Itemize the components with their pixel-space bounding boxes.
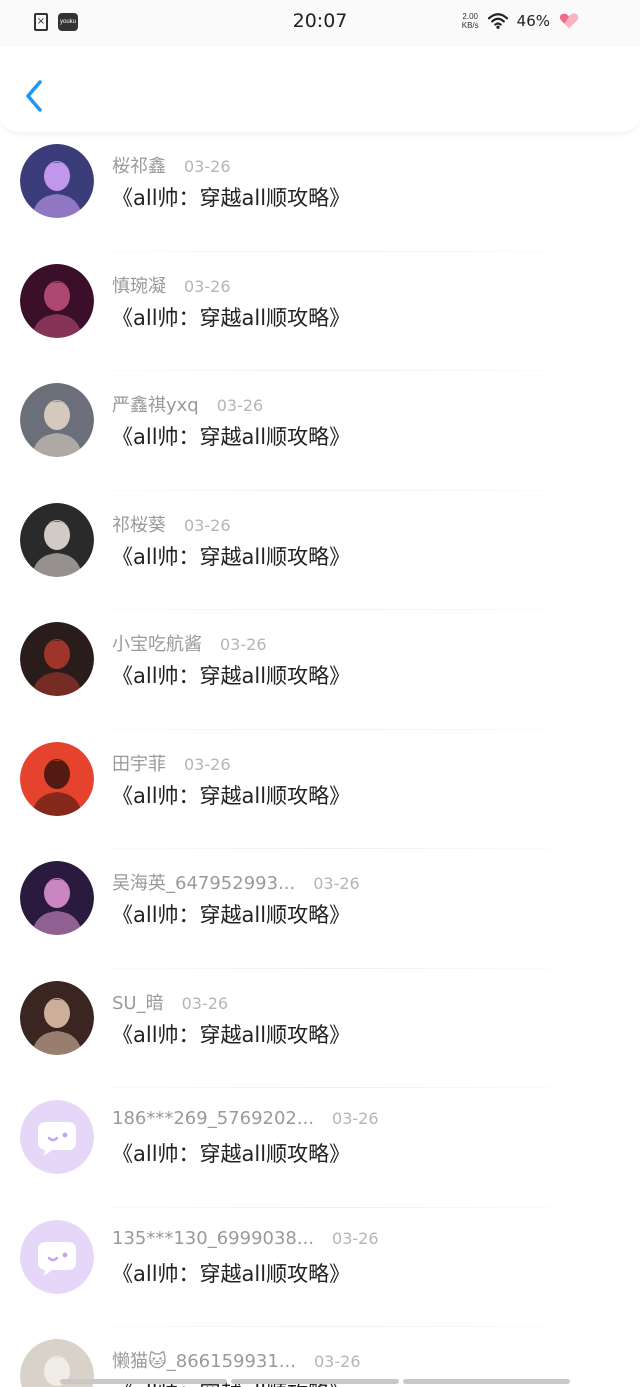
comment-text[interactable]: 《all帅：穿越all顺攻略》 <box>112 780 350 810</box>
network-speed-value: 2.00 <box>462 12 478 21</box>
avatar[interactable] <box>20 263 94 338</box>
comment-item[interactable]: SU_暗 03-26 《all帅：穿越all顺攻略》 <box>0 969 640 1089</box>
comment-date: 03-26 <box>332 1109 379 1128</box>
comment-meta: 祁桜葵 03-26 <box>112 511 231 537</box>
comment-text[interactable]: 《all帅：穿越all顺攻略》 <box>112 1019 350 1049</box>
username[interactable]: 桜祁鑫 <box>112 152 166 178</box>
avatar[interactable] <box>20 861 94 935</box>
avatar-image <box>20 144 94 218</box>
avatar[interactable] <box>20 383 94 457</box>
back-button[interactable] <box>18 76 54 116</box>
page-header <box>0 46 640 132</box>
avatar-image <box>20 741 94 816</box>
comment-meta: 严鑫祺yxq 03-26 <box>112 391 264 417</box>
comment-date: 03-26 <box>184 754 231 774</box>
comment-item[interactable]: 小宝吃航酱 03-26 《all帅：穿越all顺攻略》 <box>0 610 640 730</box>
comment-meta: 懒猫🐱_866159931... 03-26 <box>112 1347 361 1373</box>
avatar[interactable] <box>20 741 94 816</box>
comment-date: 03-26 <box>314 1352 361 1371</box>
status-bar: × youku 20:07 2.00 KB/s 46% <box>0 0 640 46</box>
comment-meta: 慎琬凝 03-26 <box>112 272 231 298</box>
comment-text[interactable]: 《all帅：穿越all顺攻略》 <box>112 302 350 332</box>
comment-item[interactable]: 吴海英_647952993... 03-26 《all帅：穿越all顺攻略》 <box>0 849 640 969</box>
comment-date: 03-26 <box>181 993 229 1013</box>
comment-meta: 田宇菲 03-26 <box>112 750 231 776</box>
comment-meta: 135***130_6999038... 03-26 <box>112 1228 379 1252</box>
comment-item[interactable]: 135***130_6999038... 03-26 《all帅：穿越all顺攻略》 <box>0 1208 640 1328</box>
comment-date: 03-26 <box>313 874 360 893</box>
avatar-image <box>20 263 94 338</box>
username[interactable]: 懒猫🐱_866159931... <box>112 1347 296 1373</box>
chat-bubble-avatar-icon <box>20 1100 94 1174</box>
comment-text[interactable]: 《all帅：穿越all顺攻略》 <box>112 1138 350 1168</box>
comment-item[interactable]: 186***269_5769202... 03-26 《all帅：穿越all顺攻略》 <box>0 1088 640 1208</box>
network-speed: 2.00 KB/s <box>462 12 479 30</box>
username[interactable]: SU_暗 <box>112 989 164 1015</box>
avatar[interactable] <box>20 502 94 577</box>
comment-meta: 吴海英_647952993... 03-26 <box>112 869 360 895</box>
comment-text[interactable]: 《all帅：穿越all顺攻略》 <box>112 541 350 571</box>
avatar[interactable] <box>20 1219 94 1294</box>
comment-date: 03-26 <box>184 276 231 296</box>
heart-battery-icon <box>559 13 579 29</box>
screen: × youku 20:07 2.00 KB/s 46% 桜祁鑫 03-26 《a… <box>0 0 640 1387</box>
username[interactable]: 田宇菲 <box>112 750 166 776</box>
comment-text[interactable]: 《all帅：穿越all顺攻略》 <box>112 1258 350 1288</box>
avatar[interactable] <box>20 980 94 1055</box>
scroll-indicator-segment <box>402 1379 570 1384</box>
comment-item[interactable]: 桜祁鑫 03-26 《all帅：穿越all顺攻略》 <box>0 132 640 252</box>
username[interactable]: 严鑫祺yxq <box>112 391 199 417</box>
comment-item[interactable]: 祁桜葵 03-26 《all帅：穿越all顺攻略》 <box>0 491 640 611</box>
comment-meta: 桜祁鑫 03-26 <box>112 152 231 178</box>
avatar-image <box>20 861 94 935</box>
comment-item[interactable]: 严鑫祺yxq 03-26 《all帅：穿越all顺攻略》 <box>0 371 640 491</box>
username[interactable]: 小宝吃航酱 <box>112 630 202 656</box>
scroll-indicator <box>60 1379 570 1384</box>
avatar-image <box>20 502 94 577</box>
avatar-image <box>20 980 94 1055</box>
comment-date: 03-26 <box>184 515 231 535</box>
username[interactable]: 祁桜葵 <box>112 511 166 537</box>
comment-date: 03-26 <box>184 157 231 176</box>
avatar-image <box>20 383 94 457</box>
comment-date: 03-26 <box>332 1228 379 1248</box>
chat-bubble-avatar-icon <box>20 1219 94 1294</box>
comment-item[interactable]: 懒猫🐱_866159931...03-26《all帅：穿越all顺攻略》 <box>0 1327 640 1387</box>
comment-meta: SU_暗 03-26 <box>112 989 229 1015</box>
comment-text[interactable]: 《all帅：穿越all顺攻略》 <box>112 182 350 212</box>
status-right-icons: 2.00 KB/s 46% <box>462 12 580 30</box>
username[interactable]: 135***130_6999038... <box>112 1228 314 1249</box>
comment-date: 03-26 <box>220 635 267 654</box>
avatar[interactable] <box>20 1100 94 1174</box>
username[interactable]: 186***269_5769202... <box>112 1108 314 1129</box>
scroll-indicator-segment <box>60 1379 228 1384</box>
comment-text[interactable]: 《all帅：穿越all顺攻略》 <box>112 421 350 451</box>
comment-meta: 小宝吃航酱 03-26 <box>112 630 267 656</box>
chevron-left-icon <box>26 80 42 112</box>
username[interactable]: 吴海英_647952993... <box>112 869 295 895</box>
comment-item[interactable]: 慎琬凝 03-26 《all帅：穿越all顺攻略》 <box>0 252 640 372</box>
avatar[interactable] <box>20 622 94 696</box>
comment-meta: 186***269_5769202... 03-26 <box>112 1108 379 1132</box>
comment-text[interactable]: 《all帅：穿越all顺攻略》 <box>112 660 350 690</box>
comment-text[interactable]: 《all帅：穿越all顺攻略》 <box>112 899 350 929</box>
wifi-icon <box>487 13 508 29</box>
comment-item[interactable]: 田宇菲 03-26 《all帅：穿越all顺攻略》 <box>0 730 640 850</box>
battery-level: 46% <box>516 12 550 30</box>
username[interactable]: 慎琬凝 <box>112 272 166 298</box>
comment-date: 03-26 <box>216 396 264 415</box>
avatar-image <box>20 622 94 696</box>
comment-list: 桜祁鑫 03-26 《all帅：穿越all顺攻略》 慎琬凝 03-26 《all帅：穿越a… <box>0 132 640 1387</box>
avatar[interactable] <box>20 144 94 218</box>
network-speed-unit: KB/s <box>461 21 479 30</box>
scroll-indicator-segment <box>231 1379 399 1384</box>
